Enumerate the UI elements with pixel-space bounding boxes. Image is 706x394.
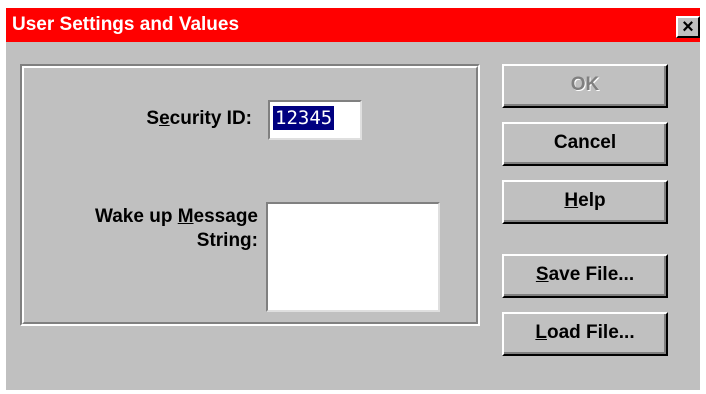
ok-button[interactable]: OK: [502, 64, 668, 108]
settings-group-inner: Security ID: 12345 Wake up Message Strin…: [22, 66, 478, 324]
security-id-input[interactable]: 12345: [268, 100, 362, 140]
window-title: User Settings and Values: [12, 14, 240, 35]
close-icon: ×: [682, 16, 694, 38]
load-file-button-accelerator: L: [535, 322, 547, 343]
help-button[interactable]: Help: [502, 180, 668, 224]
save-file-button-accelerator: S: [535, 264, 549, 285]
security-id-label-accelerator: e: [159, 108, 170, 129]
help-button-accelerator: H: [564, 190, 579, 211]
user-settings-dialog: User Settings and Values × Security ID: …: [6, 8, 700, 390]
wake-message-label-part: essage: [193, 206, 258, 227]
load-file-button-label: oad File...: [546, 322, 635, 343]
settings-group-box: Security ID: 12345 Wake up Message Strin…: [20, 64, 480, 326]
security-id-value: 12345: [273, 106, 335, 130]
save-file-button[interactable]: Save File...: [502, 254, 668, 298]
wake-message-label: Wake up Message: [95, 206, 258, 228]
close-button[interactable]: ×: [676, 16, 700, 38]
ok-button-label: OK: [570, 74, 600, 95]
help-button-label: elp: [578, 190, 606, 211]
security-id-label-part: S: [146, 108, 160, 129]
wake-message-label-line2: String:: [196, 230, 258, 251]
load-file-button[interactable]: Load File...: [502, 312, 668, 356]
cancel-button-label: Cancel: [553, 132, 617, 153]
security-id-label: Security ID:: [146, 108, 252, 130]
cancel-button[interactable]: Cancel: [502, 122, 668, 166]
wake-message-label-part: Wake up: [95, 206, 178, 227]
wake-message-textarea[interactable]: [266, 202, 440, 312]
security-id-label-part: curity ID:: [169, 108, 252, 129]
wake-message-label-accelerator: M: [177, 206, 194, 227]
save-file-button-label: ave File...: [548, 264, 635, 285]
title-bar[interactable]: User Settings and Values ×: [6, 8, 700, 42]
